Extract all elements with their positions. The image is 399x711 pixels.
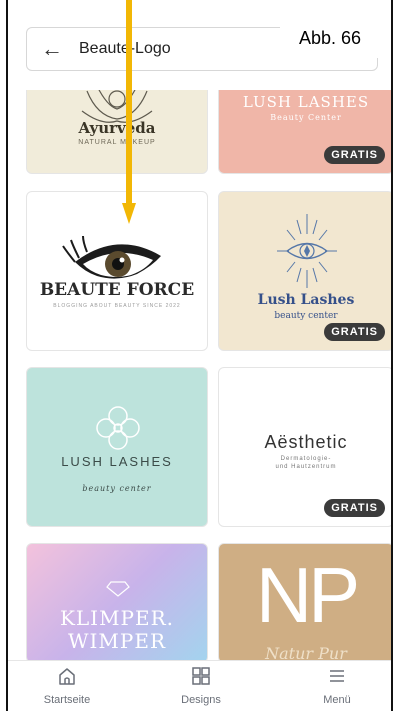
annotation-arrow xyxy=(122,0,136,224)
template-card-beaute-force[interactable]: BEAUTE FORCE BLOGGING ABOUT BEAUTY SINCE… xyxy=(26,191,208,351)
bottom-navigation: Startseite Designs Menü xyxy=(8,660,391,711)
lush-pink-title: LUSH LASHES xyxy=(242,93,370,111)
lush-beige-title: Lush Lashes xyxy=(257,292,355,308)
template-card-lush-lashes-mint[interactable]: LUSH LASHES beauty center xyxy=(26,367,208,527)
nav-home-label: Startseite xyxy=(43,694,91,706)
template-card-lush-lashes-beige[interactable]: Lush Lashes beauty center GRATIS xyxy=(218,191,391,351)
home-icon xyxy=(59,668,75,685)
template-card-klimper-wimper[interactable]: KLIMPER. WIMPER xyxy=(26,543,208,663)
aesthetic-title: Aësthetic xyxy=(264,432,348,452)
lush-mint-subtitle: beauty center xyxy=(82,484,152,493)
hamburger-menu-icon xyxy=(330,670,344,682)
app-frame: Ayurveda NATURAL MAKEUP LUSH LASHES Beau… xyxy=(6,0,393,711)
lush-beige-subtitle: beauty center xyxy=(274,311,338,321)
gratis-badge: GRATIS xyxy=(324,146,385,164)
search-header: ← Beaute-Logo × Abb. 66 xyxy=(8,0,391,90)
ayurveda-title: Ayurveda xyxy=(78,119,156,137)
nav-designs[interactable]: Designs xyxy=(146,665,256,706)
flower-icon xyxy=(96,406,140,450)
gratis-badge: GRATIS xyxy=(324,499,385,517)
figure-label: Abb. 66 xyxy=(280,18,380,58)
ayurveda-subtitle: NATURAL MAKEUP xyxy=(78,139,156,146)
nav-menu-label: Menü xyxy=(323,694,351,706)
lush-pink-subtitle: Beauty Center xyxy=(270,113,342,122)
lush-mint-title: LUSH LASHES xyxy=(61,454,173,469)
back-arrow-icon[interactable]: ← xyxy=(41,37,63,61)
np-title: NP xyxy=(255,551,360,639)
gratis-badge: GRATIS xyxy=(324,323,385,341)
beaute-force-title: BEAUTE FORCE xyxy=(39,280,195,300)
aesthetic-subtitle-2: und Hautzentrum xyxy=(275,464,337,470)
nav-home[interactable]: Startseite xyxy=(12,665,122,706)
aesthetic-subtitle-1: Dermatologie- xyxy=(280,456,332,462)
template-card-ayurveda[interactable]: Ayurveda NATURAL MAKEUP xyxy=(26,80,208,174)
nav-menu[interactable]: Menü xyxy=(282,665,391,706)
template-card-natur-pur[interactable]: NP Natur Pur xyxy=(218,543,391,663)
klimper-line-1: KLIMPER. xyxy=(59,606,175,630)
nav-designs-label: Designs xyxy=(181,694,221,706)
template-card-lush-lashes-pink[interactable]: LUSH LASHES Beauty Center GRATIS xyxy=(218,80,391,174)
template-card-aesthetic[interactable]: Aësthetic Dermatologie- und Hautzentrum … xyxy=(218,367,391,527)
beaute-force-subtitle: BLOGGING ABOUT BEAUTY SINCE 2022 xyxy=(53,303,181,309)
klimper-line-2: WIMPER xyxy=(67,629,167,653)
designs-grid-icon xyxy=(192,667,210,685)
diamond-icon xyxy=(106,581,130,597)
